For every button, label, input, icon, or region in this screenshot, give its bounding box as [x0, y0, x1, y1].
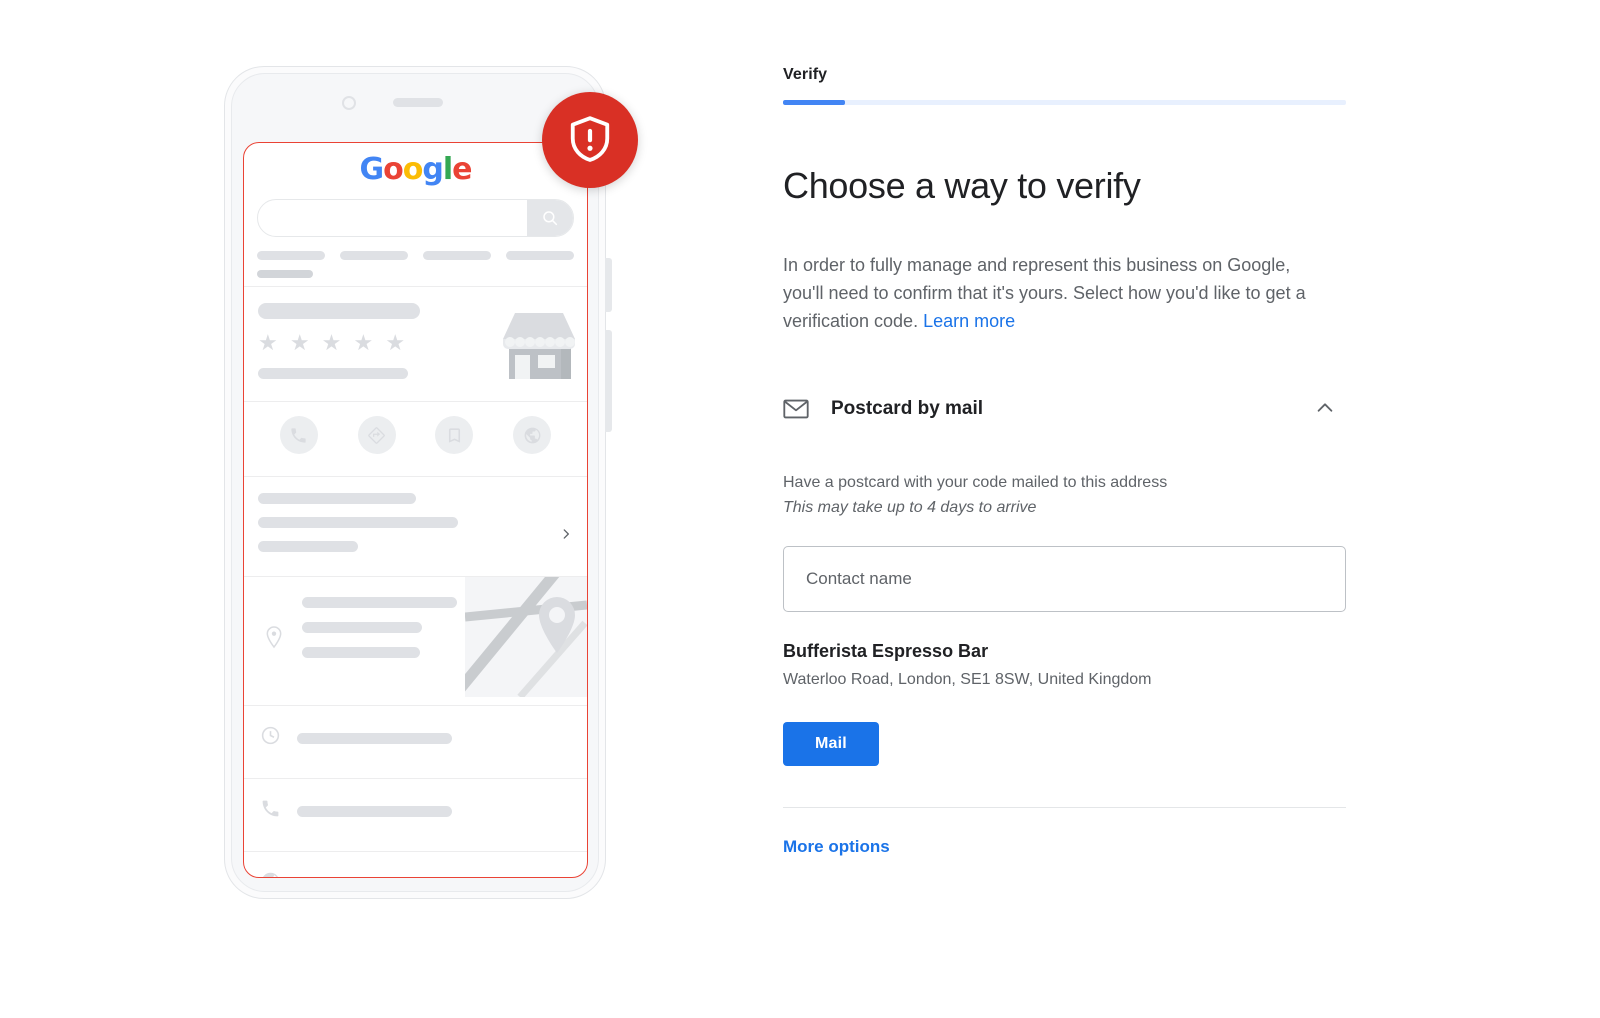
mock-placeholder-bar [258, 493, 416, 504]
directions-icon[interactable] [357, 416, 396, 454]
mock-search-button[interactable] [527, 200, 573, 236]
mail-button[interactable]: Mail [783, 722, 879, 766]
mock-placeholder-bar [302, 597, 457, 608]
call-icon[interactable] [279, 416, 318, 454]
intro-text: In order to fully manage and represent t… [783, 255, 1306, 331]
mock-address-block[interactable] [244, 577, 587, 697]
contact-name-input[interactable] [783, 546, 1346, 612]
mock-list-block[interactable] [244, 477, 587, 568]
mock-filter-chips [257, 251, 574, 260]
globe-icon [260, 871, 281, 877]
mock-chip-selected-underline [257, 270, 313, 278]
clock-icon [260, 725, 281, 751]
mock-search-bar[interactable] [257, 199, 574, 237]
mock-business-name-placeholder [258, 303, 420, 319]
verify-progress-fill [783, 100, 845, 105]
mock-placeholder-bar [302, 622, 422, 633]
google-logo-letter: o [383, 152, 404, 187]
phone-icon [260, 798, 281, 824]
page-title: Choose a way to verify [783, 165, 1141, 206]
phone-earpiece-speaker [393, 98, 443, 107]
envelope-icon [783, 398, 809, 420]
mock-placeholder-bar [302, 647, 420, 658]
search-icon [543, 211, 558, 226]
method-title: Postcard by mail [831, 398, 984, 419]
more-options-link[interactable]: More options [783, 837, 890, 857]
business-name: Bufferista Espresso Bar [783, 641, 989, 661]
chevron-up-icon[interactable] [1314, 397, 1336, 424]
location-pin-icon [264, 625, 284, 654]
verify-panel: Verify Choose a way to verify In order t… [783, 0, 1383, 1018]
phone-front-camera [342, 96, 356, 110]
storefront-icon [487, 309, 575, 390]
verify-progress-bar [783, 100, 1346, 105]
bookmark-icon[interactable] [435, 416, 474, 454]
mock-chip[interactable] [423, 251, 491, 260]
mock-placeholder-bar [258, 541, 358, 552]
business-address: Waterloo Road, London, SE1 8SW, United K… [783, 671, 1152, 688]
map-thumbnail[interactable] [465, 577, 587, 697]
learn-more-link[interactable]: Learn more [923, 311, 1015, 331]
google-logo-letter: l [442, 152, 453, 187]
google-logo-letter: o [402, 152, 424, 187]
phone-mockup-panel: Google ★ ★ ★ ★ ★ [0, 0, 780, 1018]
tab-verify[interactable]: Verify [783, 66, 1383, 84]
phone-side-button-top [605, 258, 612, 312]
mock-website-row[interactable] [244, 852, 587, 877]
intro-paragraph: In order to fully manage and represent t… [783, 251, 1328, 335]
phone-side-button-bottom [605, 330, 612, 432]
google-logo: Google [244, 143, 587, 185]
method-postcard-by-mail-header[interactable]: Postcard by mail [783, 393, 1346, 425]
method-description: Have a postcard with your code mailed to… [783, 474, 1168, 491]
chevron-right-icon[interactable] [559, 525, 573, 548]
google-logo-letter: e [452, 152, 472, 187]
divider [783, 807, 1346, 808]
mock-search-input[interactable] [258, 200, 527, 236]
method-description-block: Have a postcard with your code mailed to… [783, 470, 1383, 520]
google-logo-letter: g [422, 152, 444, 187]
shield-alert-badge [542, 92, 638, 188]
mock-placeholder-bar [258, 517, 458, 528]
google-logo-letter: G [359, 152, 384, 187]
mock-chip[interactable] [506, 251, 574, 260]
website-icon[interactable] [513, 416, 552, 454]
phone-screen-highlighted: Google ★ ★ ★ ★ ★ [243, 142, 588, 878]
mock-placeholder-bar [297, 805, 452, 817]
mock-chip[interactable] [340, 251, 408, 260]
mock-chip[interactable] [257, 251, 325, 260]
mock-placeholder-bar [297, 732, 452, 744]
mock-phone-row[interactable] [244, 779, 587, 843]
method-note: This may take up to 4 days to arrive [783, 499, 1037, 516]
mock-action-buttons-row [244, 402, 587, 468]
mock-hours-row[interactable] [244, 706, 587, 770]
shield-alert-icon [570, 116, 610, 162]
mock-business-card: ★ ★ ★ ★ ★ [244, 287, 587, 393]
mock-category-placeholder [258, 368, 408, 379]
verify-tab-row: Verify [783, 0, 1383, 105]
